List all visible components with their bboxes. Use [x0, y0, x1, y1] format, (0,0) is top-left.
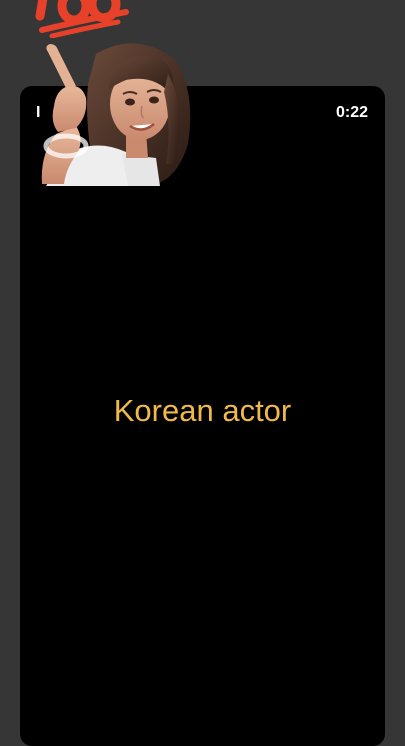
- hundred-points-icon: [35, 0, 129, 38]
- video-timer: 0:22: [335, 104, 368, 121]
- pointing-girl-avatar-icon: [41, 43, 191, 187]
- video-caption: Korean actor: [113, 393, 292, 428]
